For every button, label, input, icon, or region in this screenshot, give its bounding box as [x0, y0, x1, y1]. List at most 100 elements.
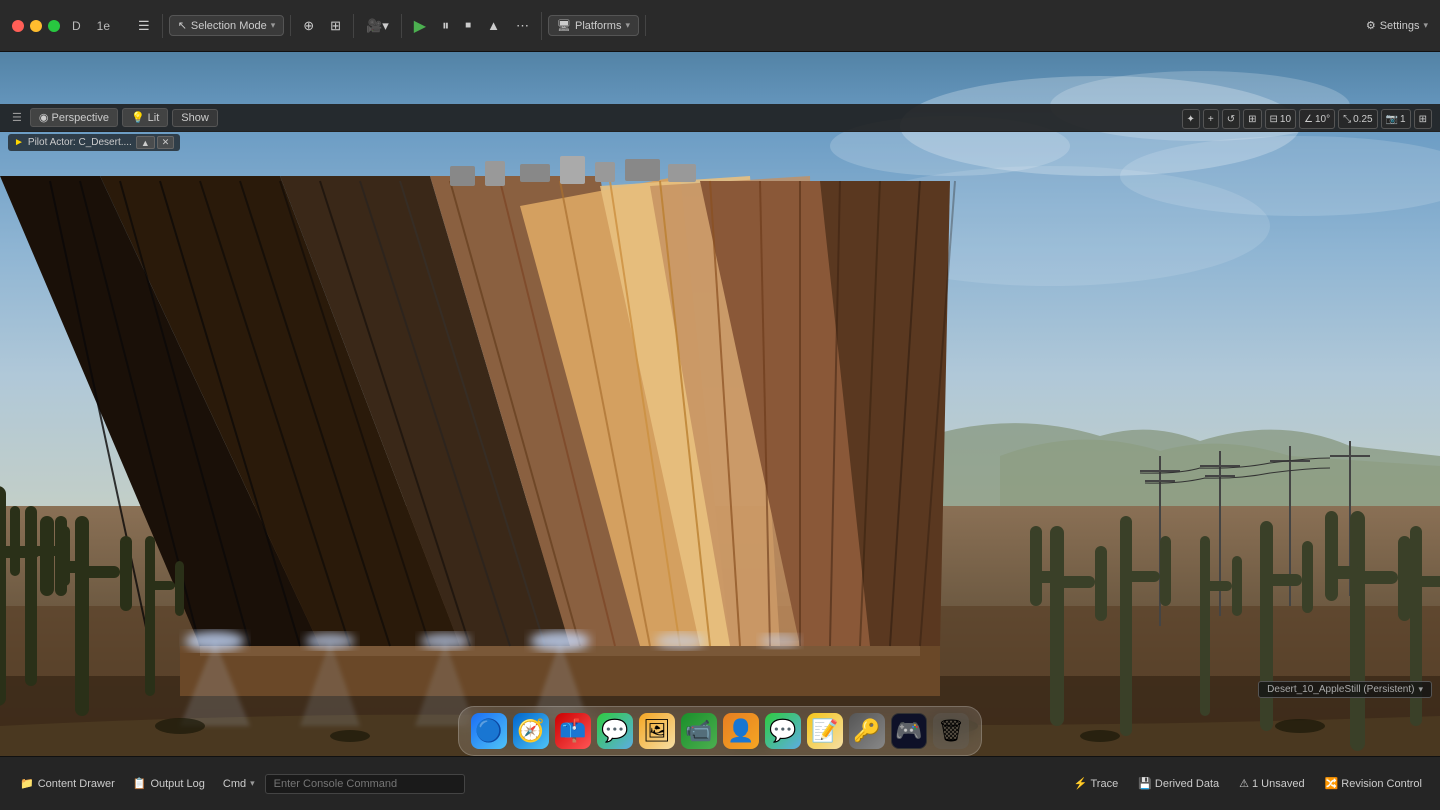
scale-number: 0.25 [1353, 114, 1372, 125]
dock-facetime[interactable]: 📹 [681, 713, 717, 749]
pilot-actor-info: ► Pilot Actor: C_Desert.... ▲ ✕ [8, 134, 180, 151]
dock-photos[interactable]: 🖼 [639, 713, 675, 749]
platforms-button[interactable]: 🖥 Platforms ▾ [548, 15, 639, 36]
pilot-actor-label: Pilot Actor: C_Desert.... [28, 137, 132, 148]
angle-number: 10° [1315, 114, 1330, 125]
content-drawer-button[interactable]: 📁 Content Drawer [12, 773, 123, 794]
persistent-level-badge[interactable]: Desert_10_AppleStill (Persistent) ▾ [1258, 681, 1432, 698]
layout-button[interactable]: ⊞ [1414, 109, 1432, 129]
dock-finder[interactable]: 🔵 [471, 713, 507, 749]
viewport[interactable]: ☰ ◉ Perspective 💡 Lit Show ✦ + ↺ ⊞ ⊟ 10 [0, 52, 1440, 756]
cursor-icon: ↖ [178, 19, 187, 32]
viewport-right-controls: ✦ + ↺ ⊞ ⊟ 10 ∠ 10° ⤡ 0.25 📷 1 ⊞ [1182, 106, 1433, 132]
camera-icon: 🎥 [366, 18, 382, 34]
selection-mode-button[interactable]: ↖ Selection Mode ▾ [169, 15, 285, 36]
unreal-icon: 🎮 [895, 718, 922, 744]
dock-messages[interactable]: 💬 [597, 713, 633, 749]
perspective-button[interactable]: ◉ Perspective [30, 108, 118, 127]
drawer-icon: 📁 [20, 777, 34, 790]
close-button[interactable] [12, 20, 24, 32]
dock-notes[interactable]: 📝 [807, 713, 843, 749]
selection-mode-group: ↖ Selection Mode ▾ [163, 15, 292, 36]
settings-area: ⚙ Settings ▾ [1366, 19, 1440, 32]
scale-button[interactable]: ⤡ 0.25 [1338, 109, 1377, 129]
trash-icon: 🗑 [937, 718, 965, 744]
play-controls-group: ▶ ⏸ ■ ▲ ⋯ [402, 12, 542, 40]
gear-icon: ⚙ [1366, 19, 1376, 32]
lit-icon: 💡 [131, 111, 145, 124]
persistent-label: Desert_10_AppleStill (Persistent) [1267, 684, 1414, 695]
minimize-button[interactable] [30, 20, 42, 32]
grid-size-button[interactable]: ⊟ 10 [1265, 109, 1297, 129]
scene-svg [0, 52, 1440, 756]
pilot-up-button[interactable]: ▲ [136, 136, 155, 149]
camera-button[interactable]: 🎥 ▾ [360, 14, 395, 38]
notes-icon: 📝 [811, 718, 838, 744]
grid-icon: ⊞ [1248, 114, 1256, 125]
transform-group: ⊕ ⊞ [291, 14, 354, 38]
angle-button[interactable]: ∠ 10° [1299, 109, 1335, 129]
content-drawer-label: Content Drawer [38, 778, 115, 790]
console-input[interactable] [265, 774, 465, 794]
dock-unreal[interactable]: 🎮 [891, 713, 927, 749]
settings-button[interactable]: ⚙ Settings ▾ [1366, 19, 1428, 32]
trace-button[interactable]: ⚡ Trace [1068, 775, 1124, 792]
layout-icon: ⊞ [1419, 114, 1427, 125]
window-title-short: D [72, 19, 81, 33]
viewport-menu-button[interactable]: ☰ [8, 109, 26, 126]
refresh-button[interactable]: ↺ [1222, 109, 1240, 129]
hamburger-menu-button[interactable]: ☰ [132, 14, 156, 38]
add-viewport-button[interactable]: + [1203, 109, 1219, 129]
platforms-group: 🖥 Platforms ▾ [542, 15, 646, 36]
bottom-right-section: ⚡ Trace 💾 Derived Data ⚠ 1 Unsaved 🔀 Rev… [1068, 775, 1440, 792]
log-icon: 📋 [133, 777, 147, 790]
dock-messages2[interactable]: 💬 [765, 713, 801, 749]
transform-mode-button[interactable]: ✦ [1182, 109, 1200, 129]
refresh-icon: ↺ [1227, 114, 1235, 125]
lit-button[interactable]: 💡 Lit [122, 108, 168, 127]
dock-trash[interactable]: 🗑 [933, 713, 969, 749]
chevron-down-icon: ▾ [1423, 20, 1428, 31]
grid-number: 10 [1280, 114, 1291, 125]
derived-data-button[interactable]: 💾 Derived Data [1132, 775, 1225, 792]
plus-icon: + [1208, 114, 1214, 125]
show-label: Show [181, 112, 209, 124]
maximize-button[interactable] [48, 20, 60, 32]
cmd-label: Cmd [223, 778, 246, 790]
build-button[interactable]: ▲ [481, 14, 506, 37]
revision-icon: 🔀 [1325, 777, 1339, 790]
output-log-label: Output Log [150, 778, 204, 790]
facetime-icon: 📹 [685, 718, 712, 744]
derived-data-icon: 💾 [1138, 777, 1152, 790]
pause-button[interactable]: ⏸ [436, 13, 455, 38]
output-log-button[interactable]: 📋 Output Log [125, 773, 213, 794]
mac-dock: 🔵 🧭 📫 💬 🖼 📹 👤 💬 📝 🔑 🎮 🗑 [458, 706, 982, 756]
stop-button[interactable]: ■ [459, 16, 477, 35]
camera-num-button[interactable]: 📷 1 [1381, 109, 1411, 129]
revision-control-button[interactable]: 🔀 Revision Control [1319, 775, 1428, 792]
pilot-close-button[interactable]: ✕ [157, 136, 175, 149]
play-button[interactable]: ▶ [408, 12, 432, 40]
monitor-icon: 🖥 [557, 19, 571, 32]
unsaved-button[interactable]: ⚠ 1 Unsaved [1233, 775, 1310, 792]
chevron-down-icon: ▾ [382, 18, 389, 34]
snap-button[interactable]: ⊞ [324, 14, 347, 38]
show-button[interactable]: Show [172, 109, 218, 127]
cmd-button[interactable]: Cmd ▾ [215, 774, 263, 794]
unsaved-label: 1 Unsaved [1252, 778, 1305, 790]
camera-group: 🎥 ▾ [354, 14, 402, 38]
bottom-left-section: 📁 Content Drawer 📋 Output Log Cmd ▾ [0, 773, 477, 794]
more-options-button[interactable]: ⋯ [510, 14, 535, 38]
revision-label: Revision Control [1341, 778, 1422, 790]
grid-toggle-button[interactable]: ⊞ [1243, 109, 1261, 129]
dock-passwords[interactable]: 🔑 [849, 713, 885, 749]
transform-button[interactable]: ⊕ [297, 14, 320, 38]
dock-contacts[interactable]: 👤 [723, 713, 759, 749]
dock-safari[interactable]: 🧭 [513, 713, 549, 749]
camera-number: 1 [1400, 114, 1406, 125]
chevron-down-icon: ▾ [1418, 684, 1423, 695]
lit-label: Lit [148, 112, 160, 124]
window-title-extra: 1e [97, 19, 110, 33]
dock-airmail[interactable]: 📫 [555, 713, 591, 749]
perspective-icon: ◉ [39, 111, 49, 124]
